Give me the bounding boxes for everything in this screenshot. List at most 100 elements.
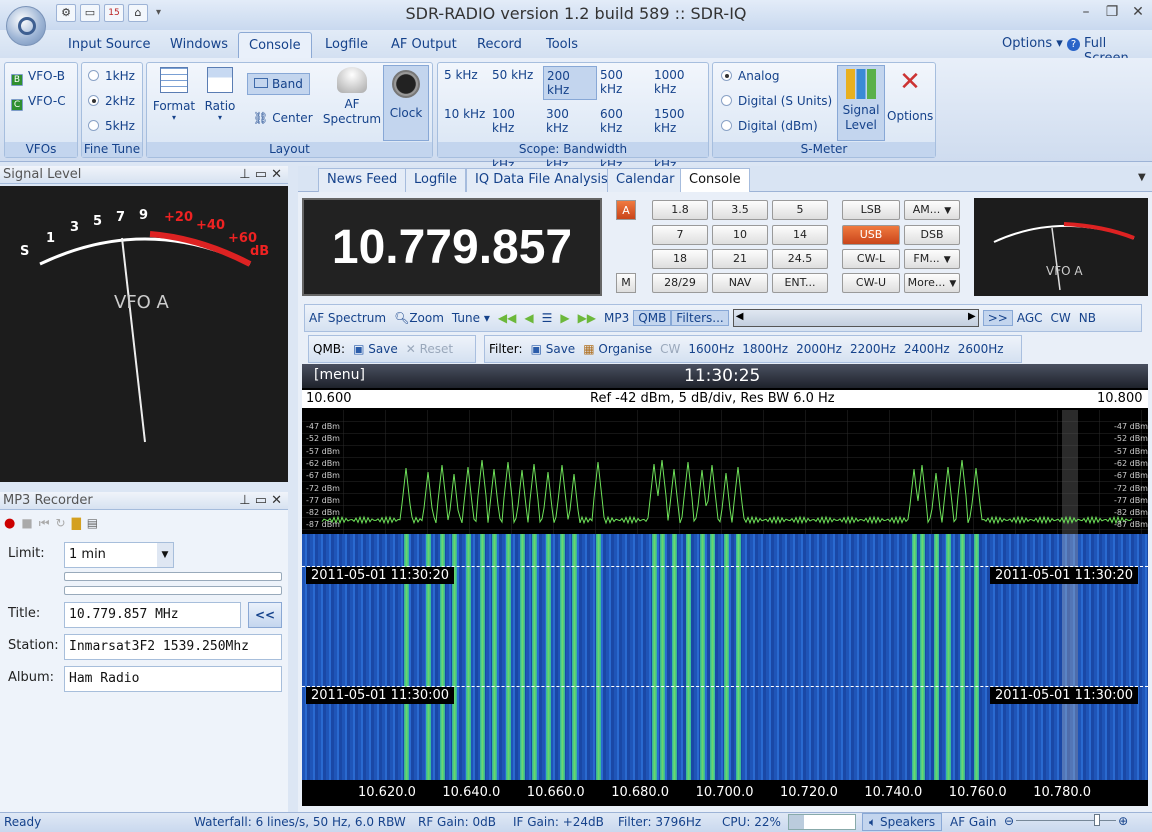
fine-tune-1khz[interactable]: 1kHz xyxy=(88,67,135,85)
band-button[interactable]: 24.5 xyxy=(772,249,828,269)
tune-right-icon[interactable]: ▶ xyxy=(556,311,573,325)
tab-tools[interactable]: Tools xyxy=(536,32,588,58)
mode-button[interactable]: CW-L xyxy=(842,249,900,269)
band-button[interactable]: 18 xyxy=(652,249,708,269)
bandwidth-option[interactable]: 600 kHz xyxy=(597,105,651,137)
vfo-a-toggle[interactable]: A xyxy=(616,200,636,220)
filter-preset[interactable]: 2400Hz xyxy=(900,342,954,356)
band-button[interactable]: 10 xyxy=(712,225,768,245)
band-button[interactable]: Band xyxy=(247,73,310,95)
settings-icon[interactable]: ▤ xyxy=(87,516,98,531)
filter-preset[interactable]: 2600Hz xyxy=(954,342,1008,356)
band-button[interactable]: 1.8 xyxy=(652,200,708,220)
close-icon[interactable]: ✕ xyxy=(1128,4,1148,20)
filter-cw-button[interactable]: CW xyxy=(656,342,684,356)
scroll-left-icon[interactable]: ◀ xyxy=(736,311,744,322)
panel-controls[interactable]: ⊥ ▭ ✕ xyxy=(239,166,282,184)
tab-calendar[interactable]: Calendar xyxy=(607,168,684,192)
spectrum-display[interactable]: [menu] 11:30:25 10.600 Ref -42 dBm, 5 dB… xyxy=(302,364,1148,806)
mode-button[interactable]: CW-U xyxy=(842,273,900,293)
clock-button[interactable]: Clock xyxy=(383,65,429,141)
tab-news-feed[interactable]: News Feed xyxy=(318,168,407,192)
tune-left-icon[interactable]: ◀ xyxy=(520,311,537,325)
fine-tune-5khz[interactable]: 5kHz xyxy=(88,117,135,135)
tune-left-fast-icon[interactable]: ◀◀ xyxy=(494,311,520,325)
bandwidth-option[interactable]: 10 kHz xyxy=(441,105,489,137)
scroll-right-icon[interactable]: ▶ xyxy=(968,311,976,322)
application-menu-button[interactable] xyxy=(6,6,46,46)
bandwidth-option[interactable]: 300 kHz xyxy=(543,105,597,137)
record-icon[interactable]: ● xyxy=(4,516,15,531)
station-field[interactable]: Inmarsat3F2 1539.250Mhz xyxy=(64,634,282,660)
filter-save-button[interactable]: ▣ Save xyxy=(527,342,580,356)
bandwidth-option[interactable]: 1500 kHz xyxy=(651,105,709,137)
stop-icon[interactable]: ■ xyxy=(21,516,32,531)
ratio-button[interactable]: Ratio ▾ xyxy=(199,67,241,122)
chevron-down-icon[interactable]: ▼ xyxy=(157,543,173,567)
fine-tune-2khz[interactable]: 2kHz xyxy=(88,92,135,110)
list-icon[interactable]: ☰ xyxy=(538,311,557,325)
tuning-scrollbar[interactable]: ◀ ▶ xyxy=(732,309,979,327)
vfo-c-button[interactable]: C VFO-C xyxy=(11,92,66,111)
organise-button[interactable]: ▦ Organise xyxy=(579,342,656,356)
bandwidth-option[interactable]: 1000 kHz xyxy=(651,66,709,100)
limit-select[interactable]: 1 min ▼ xyxy=(64,542,174,568)
loop-icon[interactable]: ↻ xyxy=(56,516,66,531)
frequency-display[interactable]: 10.779.857 xyxy=(302,198,602,296)
bandwidth-option[interactable]: 200 kHz xyxy=(543,66,597,100)
af-spectrum-button[interactable]: AF Spectrum xyxy=(319,67,385,127)
band-button[interactable]: 3.5 xyxy=(712,200,768,220)
mode-button[interactable]: USB xyxy=(842,225,900,245)
options-button[interactable]: ✕ Options xyxy=(887,67,933,123)
filter-preset[interactable]: 2000Hz xyxy=(792,342,846,356)
band-button[interactable]: ENT... xyxy=(772,273,828,293)
mode-button[interactable]: FM... ▼ xyxy=(904,249,960,269)
chevron-down-icon[interactable]: ▼ xyxy=(944,206,951,216)
mode-button[interactable]: AM... ▼ xyxy=(904,200,960,220)
tune-button[interactable]: Tune ▾ xyxy=(448,311,494,325)
filter-preset[interactable]: 1600Hz xyxy=(684,342,738,356)
tab-doc-console[interactable]: Console xyxy=(680,168,750,192)
band-button[interactable]: 21 xyxy=(712,249,768,269)
spectrum-menu[interactable]: [menu] xyxy=(314,367,365,383)
more-button[interactable]: >> xyxy=(982,310,1013,326)
nb-button[interactable]: NB xyxy=(1075,311,1100,325)
tab-input-source[interactable]: Input Source xyxy=(58,32,160,58)
center-button[interactable]: ⛓ Center xyxy=(253,109,313,127)
minus-icon[interactable]: ⊖ xyxy=(1004,814,1014,828)
folder-icon[interactable]: ▇ xyxy=(72,516,81,531)
bandwidth-option[interactable]: 100 kHz xyxy=(489,105,543,137)
qmb-save-button[interactable]: ▣ Save xyxy=(349,342,402,356)
options-menu[interactable]: Options ▾ ? xyxy=(1002,36,1080,51)
s-meter-digital-units[interactable]: Digital (S Units) xyxy=(721,92,832,110)
format-button[interactable]: Format ▾ xyxy=(151,67,197,122)
mp3-button[interactable]: MP3 xyxy=(600,311,633,325)
cw-button[interactable]: CW xyxy=(1047,311,1075,325)
tab-af-output[interactable]: AF Output xyxy=(381,32,467,58)
tab-windows[interactable]: Windows xyxy=(160,32,238,58)
qmb-button[interactable]: QMB xyxy=(633,310,672,326)
memory-button[interactable]: M xyxy=(616,273,636,293)
title-field[interactable]: 10.779.857 MHz xyxy=(64,602,241,628)
zoom-button[interactable]: 🔍︎Zoom xyxy=(390,311,448,325)
s-meter-digital-dbm[interactable]: Digital (dBm) xyxy=(721,117,818,135)
filter-preset[interactable]: 1800Hz xyxy=(738,342,792,356)
s-meter-analog[interactable]: Analog xyxy=(721,67,779,85)
af-spectrum-toggle[interactable]: AF Spectrum xyxy=(305,311,390,325)
filters-button[interactable]: Filters... xyxy=(671,310,729,326)
help-icon[interactable]: ? xyxy=(1066,38,1080,51)
tab-console[interactable]: Console xyxy=(238,32,312,58)
band-button[interactable]: 14 xyxy=(772,225,828,245)
mode-button[interactable]: More... ▼ xyxy=(904,273,960,293)
tab-doc-logfile[interactable]: Logfile xyxy=(405,168,467,192)
tab-logfile[interactable]: Logfile xyxy=(315,32,378,58)
bandwidth-option[interactable]: 50 kHz xyxy=(489,66,543,100)
mode-button[interactable]: DSB xyxy=(904,225,960,245)
af-gain-slider[interactable]: ⊖ ⊕ xyxy=(1004,814,1128,828)
bandwidth-option[interactable]: 5 kHz xyxy=(441,66,489,100)
agc-button[interactable]: AGC xyxy=(1013,311,1047,325)
chevron-down-icon[interactable]: ▼ xyxy=(944,255,951,265)
qmb-reset-button[interactable]: ✕ Reset xyxy=(402,342,457,356)
panel-controls[interactable]: ⊥ ▭ ✕ xyxy=(239,492,282,510)
slider-thumb[interactable] xyxy=(1094,814,1101,826)
